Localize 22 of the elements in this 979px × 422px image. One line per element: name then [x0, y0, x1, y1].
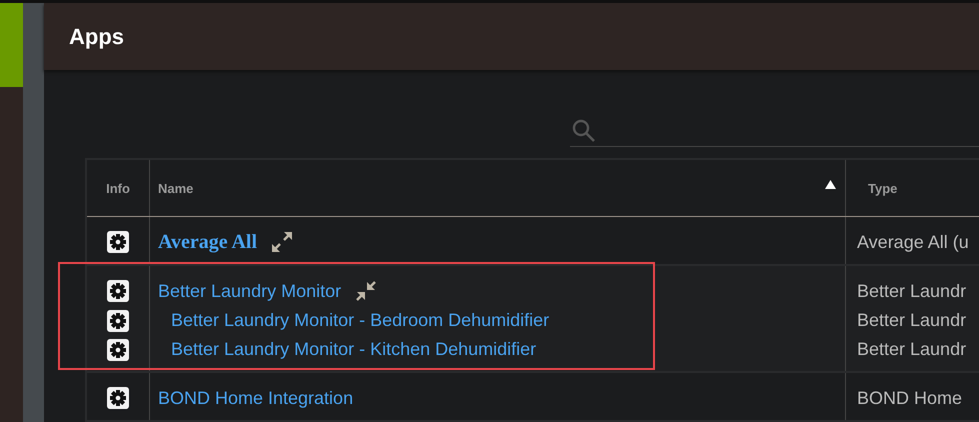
- app-link[interactable]: BOND Home Integration: [158, 388, 354, 408]
- expand-icon[interactable]: [271, 231, 294, 253]
- column-header[interactable]: Type: [846, 160, 979, 216]
- page-title: Apps: [69, 24, 124, 50]
- column-header[interactable]: Name: [150, 160, 846, 216]
- gear-icon[interactable]: [107, 231, 129, 253]
- column-header[interactable]: Info: [87, 160, 150, 216]
- gear-icon[interactable]: [107, 310, 129, 332]
- type-cell: Average All (u: [857, 232, 969, 252]
- app-link[interactable]: Better Laundry Monitor: [158, 280, 342, 302]
- app-link[interactable]: Better Laundry Monitor - Bedroom Dehumidifier: [171, 310, 550, 331]
- gear-icon[interactable]: [107, 387, 129, 409]
- type-cell: BOND Home: [857, 388, 962, 408]
- collapse-icon[interactable]: [355, 280, 378, 302]
- type-cell: Better Laundr: [857, 339, 966, 360]
- gear-icon[interactable]: [107, 338, 129, 360]
- type-cell: Better Laundr: [857, 310, 966, 331]
- search-icon: [572, 119, 596, 143]
- app-link[interactable]: Better Laundry Monitor - Kitchen Dehumidifier: [171, 339, 536, 360]
- gear-icon[interactable]: [107, 280, 129, 302]
- type-cell: Better Laundr: [857, 280, 966, 302]
- app-link[interactable]: Average All: [158, 230, 258, 254]
